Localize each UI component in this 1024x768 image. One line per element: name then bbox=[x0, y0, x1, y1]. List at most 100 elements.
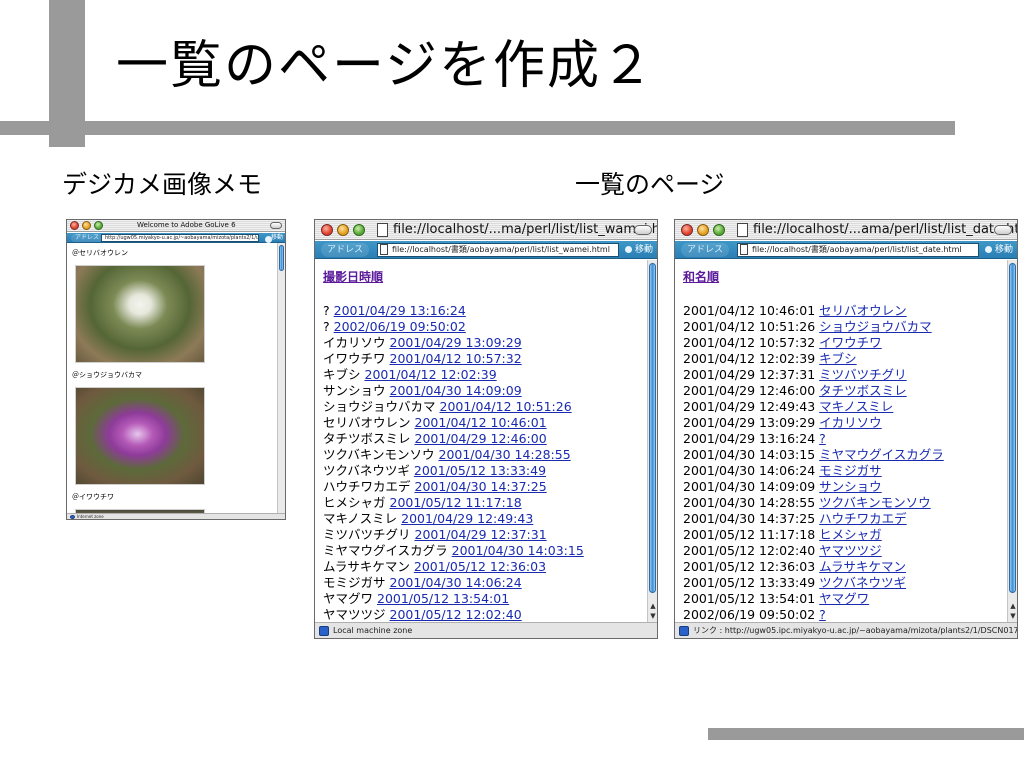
scroll-up-arrow-icon[interactable]: ▲ bbox=[649, 602, 657, 610]
toolbar-toggle-button[interactable] bbox=[634, 225, 652, 235]
entry-link[interactable]: 2001/04/12 12:02:39 bbox=[365, 367, 497, 382]
go-button[interactable]: 移動 bbox=[623, 243, 653, 257]
entry-link[interactable]: ツクバキンモンソウ bbox=[819, 495, 931, 510]
entry-link[interactable]: ヒメシャガ bbox=[819, 527, 882, 542]
entry-text: 2001/04/29 12:49:43 bbox=[683, 399, 816, 414]
toolbar-toggle-button[interactable] bbox=[270, 222, 282, 229]
wamei-page-content: 撮影日時順 ? 2001/04/29 13:16:24? 2002/06/19 … bbox=[315, 260, 647, 622]
list-item: 2001/04/12 10:46:01 セリバオウレン bbox=[683, 303, 944, 319]
zoom-button[interactable] bbox=[353, 224, 365, 236]
entry-link[interactable]: 2001/04/30 14:09:09 bbox=[390, 383, 522, 398]
entry-link[interactable]: キブシ bbox=[819, 351, 857, 366]
golive-scrollbar[interactable] bbox=[277, 243, 285, 513]
entry-link[interactable]: モミジガサ bbox=[819, 463, 882, 478]
zoom-button[interactable] bbox=[94, 221, 103, 230]
close-button[interactable] bbox=[70, 221, 79, 230]
wamei-titlebar: file://localhost/...ma/perl/list/list_wa… bbox=[315, 220, 657, 240]
close-button[interactable] bbox=[321, 224, 333, 236]
entry-link[interactable]: 2001/04/30 14:28:55 bbox=[439, 447, 571, 462]
toolbar-toggle-button[interactable] bbox=[994, 225, 1012, 235]
entry-link[interactable]: セリバオウレン bbox=[819, 303, 907, 318]
entry-link[interactable]: 2001/04/29 13:09:29 bbox=[390, 335, 522, 350]
scroll-down-arrow-icon[interactable]: ▼ bbox=[649, 612, 657, 620]
entry-text: 2001/04/30 14:37:25 bbox=[683, 511, 816, 526]
entry-link[interactable]: ミヤマウグイスカグラ bbox=[819, 447, 944, 462]
entry-text: 2001/05/12 13:54:01 bbox=[683, 591, 816, 606]
entry-link[interactable]: ヤマグワ bbox=[819, 591, 869, 606]
entry-text: 2001/05/12 12:02:40 bbox=[683, 543, 816, 558]
scroll-up-arrow-icon[interactable]: ▲ bbox=[1009, 602, 1017, 610]
list-item: ツクバネウツギ 2001/05/12 13:33:49 bbox=[323, 463, 584, 479]
address-input[interactable]: file://localhost/書類/aobayama/perl/list/l… bbox=[377, 243, 619, 257]
minimize-button[interactable] bbox=[337, 224, 349, 236]
entry-link[interactable]: 2001/05/12 11:17:18 bbox=[390, 495, 522, 510]
list-item: 2001/04/29 12:37:31 ミツバツチグリ bbox=[683, 367, 944, 383]
entry-link[interactable]: 2001/04/29 12:46:00 bbox=[415, 431, 547, 446]
entry-text: 2001/04/29 12:46:00 bbox=[683, 383, 816, 398]
entry-text: タチツボスミレ bbox=[323, 431, 411, 446]
entry-link[interactable]: ショウジョウバカマ bbox=[819, 319, 932, 334]
close-button[interactable] bbox=[681, 224, 693, 236]
entry-link[interactable]: タチツボスミレ bbox=[819, 383, 907, 398]
sort-by-date-link[interactable]: 撮影日時順 bbox=[323, 270, 383, 285]
entry-text: 2002/06/19 09:50:02 bbox=[683, 607, 816, 622]
golive-preview-window: Welcome to Adobe GoLive 6 アドレス http://ug… bbox=[66, 219, 286, 520]
entry-text: ? bbox=[323, 303, 330, 318]
entry-link[interactable]: 2001/04/29 12:49:43 bbox=[401, 511, 533, 526]
list-item: ? 2002/06/19 09:50:02 bbox=[323, 319, 584, 335]
entry-link[interactable]: ツクバネウツギ bbox=[819, 575, 906, 590]
wamei-scrollbar[interactable]: ▲ ▼ bbox=[647, 260, 657, 622]
golive-scroll-thumb[interactable] bbox=[279, 245, 284, 271]
entry-text: 2001/05/12 11:17:18 bbox=[683, 527, 816, 542]
entry-link[interactable]: 2001/04/12 10:51:26 bbox=[440, 399, 572, 414]
entry-text: 2001/04/30 14:03:15 bbox=[683, 447, 816, 462]
minimize-button[interactable] bbox=[697, 224, 709, 236]
entry-link[interactable]: マキノスミレ bbox=[819, 399, 893, 414]
address-input[interactable]: file://localhost/書類/aobayama/perl/list/l… bbox=[737, 243, 979, 257]
caption-seribaouren: ＠セリバオウレン bbox=[72, 249, 128, 257]
go-button[interactable]: 移動 bbox=[983, 243, 1013, 257]
entry-link[interactable]: サンショウ bbox=[819, 479, 882, 494]
entry-link[interactable]: 2001/05/12 13:33:49 bbox=[414, 463, 546, 478]
wamei-list-window: file://localhost/...ma/perl/list/list_wa… bbox=[314, 219, 658, 639]
list-item: 2001/04/29 13:16:24 ? bbox=[683, 431, 944, 447]
entry-link[interactable]: 2001/04/30 14:37:25 bbox=[415, 479, 547, 494]
entry-link[interactable]: 2001/05/12 12:02:40 bbox=[390, 607, 522, 622]
entry-link[interactable]: ムラサキケマン bbox=[819, 559, 906, 574]
entry-link[interactable]: イワウチワ bbox=[819, 335, 882, 350]
entry-link[interactable]: 2002/06/19 09:50:02 bbox=[334, 319, 466, 334]
minimize-button[interactable] bbox=[82, 221, 91, 230]
list-item: 2001/05/12 11:17:18 ヒメシャガ bbox=[683, 527, 944, 543]
zoom-button[interactable] bbox=[713, 224, 725, 236]
entry-link[interactable]: イカリソウ bbox=[819, 415, 882, 430]
entry-text: セリバオウレン bbox=[323, 415, 411, 430]
entry-text: 2001/04/12 10:46:01 bbox=[683, 303, 816, 318]
entry-link[interactable]: 2001/04/30 14:03:15 bbox=[452, 543, 584, 558]
date-scrollbar[interactable]: ▲ ▼ bbox=[1007, 260, 1017, 622]
wamei-status-text: Local machine zone bbox=[333, 626, 413, 635]
list-item: ミツバツチグリ 2001/04/29 12:37:31 bbox=[323, 527, 584, 543]
sort-by-name-link[interactable]: 和名順 bbox=[683, 270, 719, 285]
entry-link[interactable]: 2001/05/12 12:36:03 bbox=[414, 559, 546, 574]
entry-link[interactable]: ミツバツチグリ bbox=[819, 367, 907, 382]
entry-text: イワウチワ bbox=[323, 351, 386, 366]
list-item: マキノスミレ 2001/04/29 12:49:43 bbox=[323, 511, 584, 527]
wamei-scroll-thumb[interactable] bbox=[649, 263, 656, 593]
entry-text: ミツバツチグリ bbox=[323, 527, 411, 542]
entry-link[interactable]: ? bbox=[819, 607, 826, 622]
entry-link[interactable]: ヤマツツジ bbox=[819, 543, 882, 558]
entry-link[interactable]: ハウチワカエデ bbox=[819, 511, 907, 526]
entry-text: 2001/04/29 13:09:29 bbox=[683, 415, 816, 430]
scroll-down-arrow-icon[interactable]: ▼ bbox=[1009, 612, 1017, 620]
entry-link[interactable]: 2001/04/12 10:57:32 bbox=[390, 351, 522, 366]
entry-link[interactable]: 2001/04/12 10:46:01 bbox=[415, 415, 547, 430]
entry-text: マキノスミレ bbox=[323, 511, 398, 526]
entry-link[interactable]: 2001/04/30 14:06:24 bbox=[390, 575, 522, 590]
entry-text: 2001/05/12 12:36:03 bbox=[683, 559, 816, 574]
address-input[interactable]: http://ugw05.miyakyo-u.ac.jp/~aobayama/m… bbox=[101, 234, 259, 242]
entry-link[interactable]: ? bbox=[819, 431, 826, 446]
entry-link[interactable]: 2001/05/12 13:54:01 bbox=[377, 591, 509, 606]
entry-link[interactable]: 2001/04/29 13:16:24 bbox=[334, 303, 466, 318]
entry-link[interactable]: 2001/04/29 12:37:31 bbox=[415, 527, 547, 542]
date-scroll-thumb[interactable] bbox=[1009, 263, 1016, 593]
